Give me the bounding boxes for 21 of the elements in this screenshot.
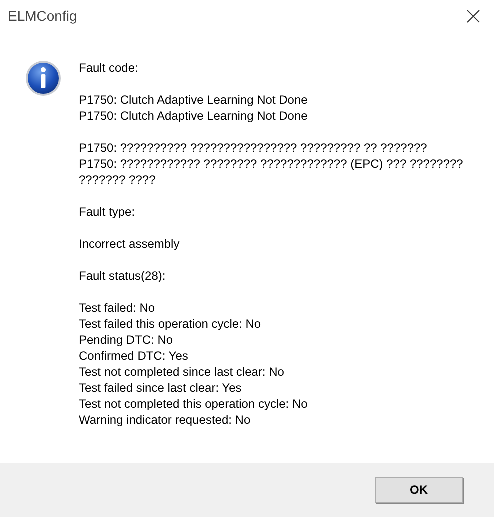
window-title: ELMConfig xyxy=(8,7,78,26)
ok-button[interactable]: OK xyxy=(375,477,463,503)
message-line: Fault status(28): xyxy=(79,268,167,284)
message-line: P1750: Clutch Adaptive Learning Not Done xyxy=(79,92,309,108)
message-line: Pending DTC: No xyxy=(79,332,174,348)
message-line: P1750: ?????????? ???????????????? ????????? ?? ??????? xyxy=(79,140,428,156)
message-line: P1750: ???????????? ???????? ????????????? (EPC) ??? ???????? xyxy=(79,156,464,172)
message-line: P1750: Clutch Adaptive Learning Not Done xyxy=(79,108,309,124)
message-line: ??????? ???? xyxy=(79,172,157,188)
message-line: Test failed since last clear: Yes xyxy=(79,380,243,396)
close-icon[interactable] xyxy=(467,10,480,23)
message-line: Test not completed since last clear: No xyxy=(79,364,286,380)
message-line: Test not completed this operation cycle: No xyxy=(79,396,309,412)
message-line: Fault type: xyxy=(79,204,136,220)
message-line: Test failed: No xyxy=(79,300,156,316)
message-line: Test failed this operation cycle: No xyxy=(79,316,262,332)
message-line: Confirmed DTC: Yes xyxy=(79,348,190,364)
message-line: Incorrect assembly xyxy=(79,236,181,252)
message-line: Warning indicator requested: No xyxy=(79,412,252,428)
info-icon xyxy=(25,60,62,97)
message-line: Fault code: xyxy=(79,60,140,76)
